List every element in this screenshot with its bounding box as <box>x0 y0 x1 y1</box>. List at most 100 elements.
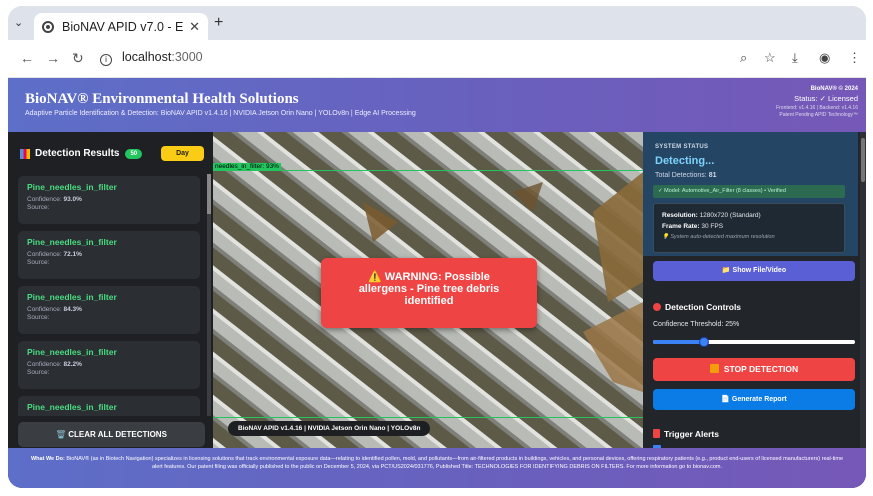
warning-line-1: ⚠️ WARNING: Possible <box>368 271 490 283</box>
show-file-video-button[interactable]: 📁 Show File/Video <box>653 261 855 281</box>
auto-detect-note: 💡 System auto-detected maximum resolutio… <box>662 234 836 240</box>
detection-controls-heading: Detection Controls <box>653 302 741 312</box>
detection-card[interactable]: Pine_needles_in_filter Confidence: 93.0% S… <box>18 176 200 224</box>
detection-confidence: Confidence: 82.2% <box>27 361 191 368</box>
lightbulb-icon: 💡 <box>662 234 669 240</box>
footer-lead: What We Do: <box>30 456 65 462</box>
license-info: BioNAV® © 2024 Status: ✓ Licensed Fronte… <box>776 86 858 118</box>
detection-card[interactable]: Pine_needles_in_filter Confidence: 84.3% S… <box>18 286 200 334</box>
download-icon[interactable]: ⤓ <box>792 50 798 66</box>
tab-list-chevron-icon[interactable]: ⌄ <box>14 16 23 29</box>
reload-icon[interactable]: ↻ <box>72 50 84 67</box>
generate-report-button[interactable]: 📄 Generate Report <box>653 389 855 410</box>
detection-list[interactable]: Pine_needles_in_filter Confidence: 93.0% S… <box>18 176 204 416</box>
detection-confidence: Confidence: 84.3% <box>27 306 191 313</box>
detection-confidence: Confidence: 93.0% <box>27 196 191 203</box>
url-field[interactable]: i localhost:3000 <box>100 50 203 66</box>
patent-note: Patent Pending APID Technology™ <box>779 112 858 118</box>
detection-source: Source: <box>27 204 50 211</box>
browser-tab[interactable]: BioNAV APID v7.0 - Ente ✕ <box>34 13 208 40</box>
confidence-value: 82.2% <box>63 361 82 368</box>
confidence-value: 72.1% <box>63 251 82 258</box>
detection-count-badge: 50 <box>125 148 143 159</box>
scrollbar-thumb[interactable] <box>861 138 865 182</box>
menu-kebab-icon[interactable]: ⋮ <box>848 50 861 66</box>
detection-results-heading: Detection Results 50 <box>20 148 143 159</box>
app-footer: What We Do: BioNAV® (as in Biotech Navig… <box>8 448 866 488</box>
new-tab-button[interactable]: + <box>214 14 223 32</box>
clear-all-detections-button[interactable]: 🗑️ CLEAR ALL DETECTIONS <box>18 422 205 447</box>
resolution-value: 1280x720 (Standard) <box>699 212 761 219</box>
confidence-label: Confidence: <box>27 306 62 313</box>
confidence-value: 84.3% <box>63 306 82 313</box>
system-status-caption: SYSTEM STATUS <box>655 144 709 150</box>
detection-name: Pine_needles_in_filter <box>27 237 117 247</box>
pause-icon <box>709 364 719 373</box>
version-info: Frontend: v1.4.16 | Backend: v1.4.16 <box>776 105 858 111</box>
url-port: :3000 <box>171 50 203 64</box>
detection-source: Source: <box>27 314 50 321</box>
app-root: BioNAV® Environmental Health Solutions A… <box>8 78 866 488</box>
brand-subtitle: Adaptive Particle Identification & Detec… <box>25 110 416 117</box>
clear-all-label: CLEAR ALL DETECTIONS <box>68 430 167 439</box>
slider-knob[interactable] <box>698 337 709 347</box>
warning-line-2: allergens - Pine tree debris <box>358 283 500 295</box>
resolution-row: Resolution: 1280x720 (Standard) <box>662 212 836 219</box>
detection-card[interactable]: Pine_needles_in_filter Confidence: 72.1% S… <box>18 231 200 279</box>
framerate-label: Frame Rate: <box>662 223 700 230</box>
stop-detection-button[interactable]: STOP DETECTION <box>653 358 855 381</box>
scrollbar-thumb[interactable] <box>207 174 211 214</box>
confidence-threshold-slider[interactable] <box>653 337 855 347</box>
url-host: localhost <box>122 50 172 64</box>
forward-icon[interactable]: → <box>46 50 60 66</box>
site-info-icon[interactable]: i <box>100 54 112 66</box>
confidence-threshold-label: Confidence Threshold: 25% <box>653 321 740 328</box>
tab-close-icon[interactable]: ✕ <box>189 19 200 35</box>
tab-title: BioNAV APID v7.0 - Ente <box>62 19 184 34</box>
video-feed: needles_in_filter: 93% ⚠️ WARNING: Possi… <box>213 132 643 448</box>
video-overlay-tag: BioNAV APID v1.4.16 | NVIDIA Jetson Orin… <box>228 421 431 436</box>
detection-name: Pine_needles_in_filter <box>27 182 117 192</box>
day-mode-button[interactable]: Day <box>161 146 204 161</box>
detection-confidence: Confidence: 72.1% <box>27 251 191 258</box>
bar-chart-icon <box>20 148 30 159</box>
zoom-icon[interactable]: ⌕ <box>740 50 747 66</box>
stop-detection-label: STOP DETECTION <box>723 364 799 374</box>
bounding-box-label: needles_in_filter: 93% <box>213 163 281 171</box>
detection-source: Source: <box>27 259 50 266</box>
tab-bar: ⌄ BioNAV APID v7.0 - Ente ✕ + <box>8 6 866 40</box>
detection-card[interactable]: Pine_needles_in_filterConfidence: Source… <box>18 396 200 416</box>
slider-fill <box>653 340 704 344</box>
detection-name: Pine_needles_in_filter <box>27 402 117 412</box>
auto-note-text: System auto-detected maximum resolution <box>670 234 775 240</box>
detection-state: Detecting... <box>655 155 715 167</box>
model-verified-badge: ✓ Model: Automotive_Air_Filter (8 classe… <box>653 185 845 198</box>
target-icon <box>653 303 661 311</box>
footer-text: BioNAV® (as in Biotech Navigation) speci… <box>66 456 844 470</box>
control-panel: SYSTEM STATUS Detecting... Total Detecti… <box>643 132 866 448</box>
profile-icon[interactable]: ◉ <box>819 50 830 66</box>
framerate-row: Frame Rate: 30 FPS <box>662 223 836 230</box>
confidence-label: Confidence: <box>27 361 62 368</box>
address-bar: ← → ↻ i localhost:3000 ⌕ ☆ ⤓ ◉ ⋮ <box>8 40 866 78</box>
back-icon[interactable]: ← <box>20 50 34 66</box>
document-icon: 📄 <box>721 396 730 403</box>
confidence-value: 93.0% <box>63 196 82 203</box>
bookmark-star-icon[interactable]: ☆ <box>764 50 776 66</box>
detection-list-scrollbar[interactable] <box>207 174 211 416</box>
confidence-label: Confidence: <box>27 196 62 203</box>
control-panel-scrollbar[interactable] <box>860 132 866 448</box>
stream-info-box: Resolution: 1280x720 (Standard) Frame Ra… <box>653 203 845 253</box>
generate-report-label: Generate Report <box>731 396 787 403</box>
system-status-box: SYSTEM STATUS Detecting... Total Detecti… <box>643 132 858 256</box>
total-detections: Total Detections: 81 <box>655 172 717 179</box>
detection-results-title: Detection Results <box>35 148 120 159</box>
brand-title: BioNAV® Environmental Health Solutions <box>25 91 299 107</box>
browser-window: ⌄ BioNAV APID v7.0 - Ente ✕ + ← → ↻ iloc… <box>8 6 866 488</box>
detection-controls-title: Detection Controls <box>665 302 742 312</box>
framerate-value: 30 FPS <box>701 223 724 230</box>
detection-source: Source: <box>27 369 50 376</box>
alert-icon <box>653 429 660 438</box>
detection-card[interactable]: Pine_needles_in_filter Confidence: 82.2% S… <box>18 341 200 389</box>
trigger-alerts-title: Trigger Alerts <box>664 429 719 439</box>
